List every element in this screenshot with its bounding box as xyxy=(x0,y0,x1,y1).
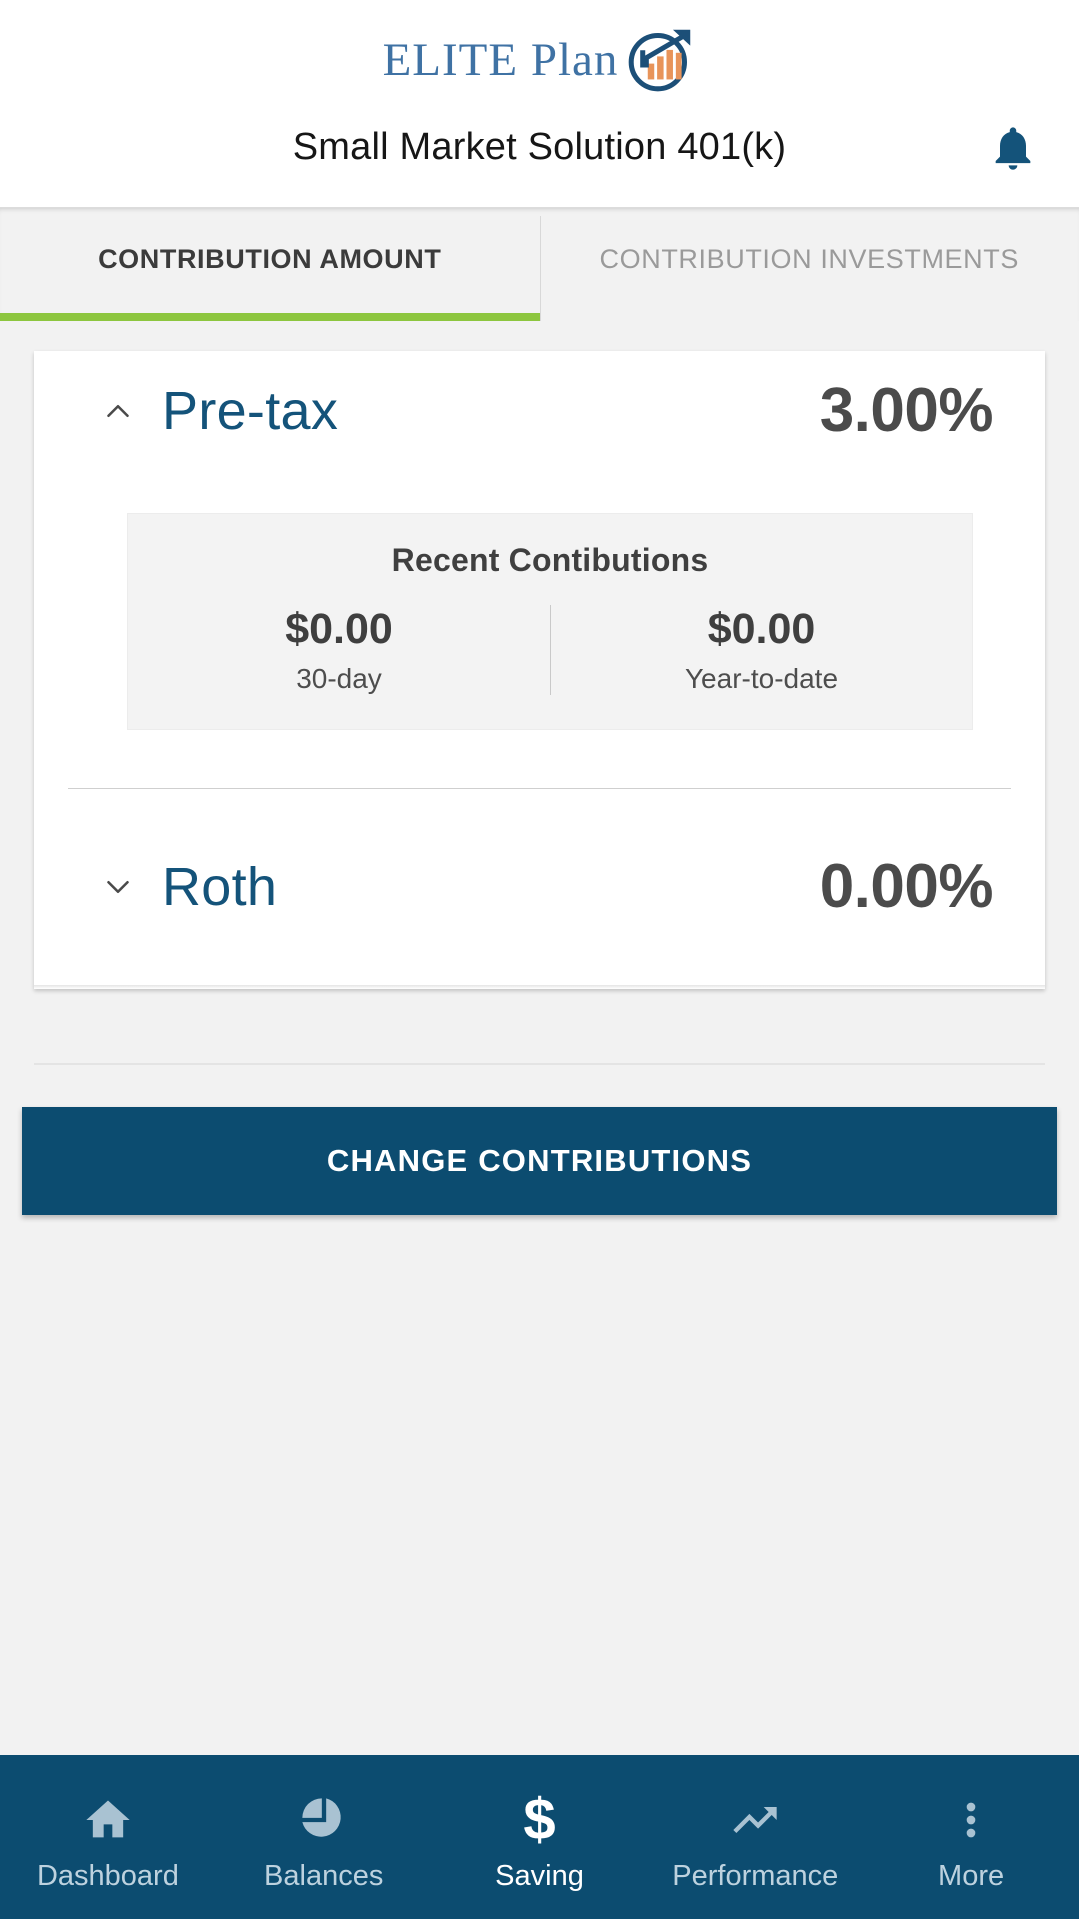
page-title: Small Market Solution 401(k) xyxy=(292,126,787,168)
stat-year-to-date: $0.00 Year-to-date xyxy=(550,605,972,696)
title-row: Small Market Solution 401(k) xyxy=(0,120,1079,206)
stat-value: $0.00 xyxy=(707,605,816,653)
nav-item-dashboard[interactable]: Dashboard xyxy=(0,1755,216,1919)
pie-chart-icon xyxy=(298,1792,350,1848)
contributions-card: Pre-tax 3.00% Recent Contibutions $0.00 … xyxy=(34,351,1045,990)
more-vert-icon xyxy=(945,1792,997,1848)
recent-contributions-panel: Recent Contibutions $0.00 30-day $0.00 Y… xyxy=(127,513,973,731)
nav-item-more[interactable]: More xyxy=(863,1755,1079,1919)
account-section-roth: Roth 0.00% xyxy=(34,789,1045,985)
stat-value: $0.00 xyxy=(285,605,393,653)
dollar-sign-icon: $ xyxy=(523,1786,556,1852)
tab-bar: CONTRIBUTION AMOUNT CONTRIBUTION INVESTM… xyxy=(0,208,1079,321)
pretax-label: Pre-tax xyxy=(162,381,339,441)
stat-label: Year-to-date xyxy=(684,663,839,695)
nav-label: Balances xyxy=(264,1859,384,1892)
nav-item-performance[interactable]: Performance xyxy=(647,1755,863,1919)
tab-label: CONTRIBUTION AMOUNT xyxy=(98,244,442,274)
nav-label: More xyxy=(938,1859,1005,1892)
nav-label: Performance xyxy=(672,1859,839,1892)
tab-contribution-amount[interactable]: CONTRIBUTION AMOUNT xyxy=(0,208,540,321)
pretax-percent: 3.00% xyxy=(819,376,994,445)
app-header: ELITE Plan Small Market Solution 401(k) xyxy=(0,0,1079,208)
recent-contributions-title: Recent Contibutions xyxy=(391,542,709,578)
nav-label: Dashboard xyxy=(36,1859,179,1892)
stat-30-day: $0.00 30-day xyxy=(128,605,550,695)
nav-label: Saving xyxy=(495,1859,584,1892)
chevron-down-icon[interactable] xyxy=(96,865,140,909)
change-contributions-button[interactable]: CHANGE CONTRIBUTIONS xyxy=(22,1107,1057,1216)
active-tab-indicator xyxy=(0,313,540,321)
roth-label: Roth xyxy=(162,857,278,918)
home-icon xyxy=(82,1792,134,1848)
account-section-pretax: Pre-tax 3.00% Recent Contibutions $0.00 … xyxy=(34,351,1045,731)
stat-label: 30-day xyxy=(296,663,382,695)
bottom-navigation: Dashboard Balances $ Saving Performance … xyxy=(0,1755,1079,1919)
chevron-up-icon[interactable] xyxy=(96,389,140,433)
roth-percent: 0.00% xyxy=(819,852,994,922)
brand-lockup: ELITE Plan xyxy=(0,0,1079,120)
nav-item-saving[interactable]: $ Saving xyxy=(432,1755,648,1919)
card-bottom-shadow xyxy=(34,985,1045,990)
cta-container: CHANGE CONTRIBUTIONS xyxy=(0,1065,1079,1216)
recent-contributions-stats: $0.00 30-day $0.00 Year-to-date xyxy=(128,605,972,696)
notification-bell-icon[interactable] xyxy=(977,112,1049,184)
brand-wordmark: ELITE Plan xyxy=(382,33,619,86)
app-root: ELITE Plan Small Market Solution 401(k) xyxy=(0,0,1079,1919)
pretax-header-row[interactable]: Pre-tax 3.00% xyxy=(34,351,1045,471)
pretax-expanded-body: Recent Contibutions $0.00 30-day $0.00 Y… xyxy=(34,513,1045,731)
roth-header-row[interactable]: Roth 0.00% xyxy=(34,789,1045,985)
nav-item-balances[interactable]: Balances xyxy=(216,1755,432,1919)
growth-chart-circle-logo xyxy=(628,24,696,96)
main-content: Pre-tax 3.00% Recent Contibutions $0.00 … xyxy=(0,321,1079,1755)
trending-up-icon xyxy=(729,1792,781,1848)
tab-contribution-investments[interactable]: CONTRIBUTION INVESTMENTS xyxy=(539,208,1079,321)
tab-label: CONTRIBUTION INVESTMENTS xyxy=(599,244,1019,274)
